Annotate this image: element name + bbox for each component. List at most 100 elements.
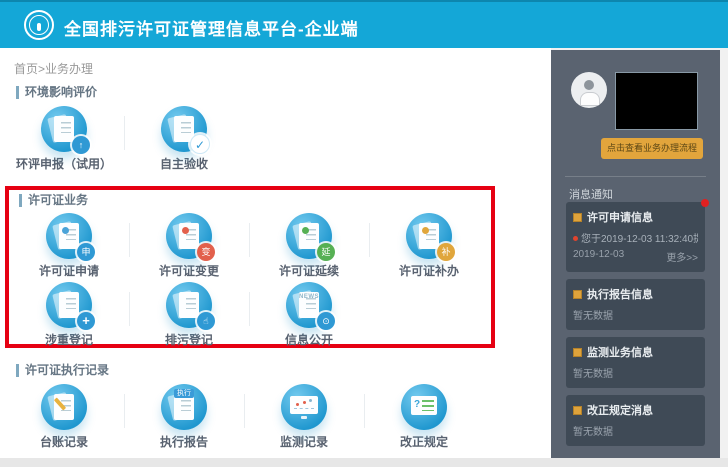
card-empty-text: 暂无数据 bbox=[573, 369, 613, 380]
license-tile-row-2: + 涉重登记 ☝ 排污登记 NEWS ⊙ 信息公开 bbox=[9, 278, 491, 347]
tile-discharge-registration[interactable]: ☝ 排污登记 bbox=[129, 278, 249, 347]
sidebar-divider bbox=[565, 176, 706, 177]
doc-shape bbox=[299, 223, 319, 249]
ledger-record-icon bbox=[41, 384, 87, 430]
license-reissue-icon: 补 bbox=[406, 213, 455, 261]
unread-corner-dot bbox=[701, 199, 709, 207]
tile-monitor-record[interactable]: 监测记录 bbox=[244, 380, 364, 449]
yellow-square-icon bbox=[573, 347, 582, 357]
notice-card-list: 许可申请信息 您于2019-12-03 11:32:40提交的申.. 2019-… bbox=[566, 199, 709, 453]
tile-license-reissue[interactable]: 补 许可证补办 bbox=[369, 209, 489, 278]
doc-shape bbox=[59, 292, 79, 318]
doc-shape bbox=[179, 292, 199, 318]
news-doc-text: NEWS bbox=[299, 294, 319, 300]
change-badge-icon: 变 bbox=[197, 243, 215, 261]
correction-rules-icon: ? bbox=[401, 384, 447, 430]
tile-label: 改正规定 bbox=[399, 435, 448, 449]
monitor-record-icon bbox=[281, 384, 327, 430]
check-badge-icon: ✓ bbox=[190, 134, 210, 154]
tile-correction-rules[interactable]: ? 改正规定 bbox=[364, 380, 484, 449]
tile-label: 台账记录 bbox=[39, 435, 88, 449]
tile-label: 许可证补办 bbox=[398, 264, 459, 278]
section-title-exec-record: 许可证执行记录 bbox=[16, 364, 109, 377]
eia-tile-row: ↑ 环评申报（试用） ✓ 自主验收 bbox=[4, 102, 244, 171]
tile-heavy-metal-registration[interactable]: + 涉重登记 bbox=[9, 278, 129, 347]
card-message: 您于2019-12-03 11:32:40提交的申.. bbox=[573, 230, 698, 245]
exec-tile-row: 台账记录 执行 执行报告 监测记录 ? 改正规定 bbox=[4, 380, 484, 449]
license-tile-row-1: 申 许可证申请 变 许可证变更 延 许可证延续 补 许可证补办 bbox=[9, 209, 491, 278]
app-title: 全国排污许可证管理信息平台-企业端 bbox=[64, 20, 359, 39]
notice-card-exec-report[interactable]: 执行报告信息 暂无数据 bbox=[566, 279, 705, 330]
card-date: 2019-12-03 bbox=[573, 249, 625, 260]
info-disclosure-icon: NEWS ⊙ bbox=[286, 282, 335, 330]
exec-doc-tab-text: 执行 bbox=[174, 389, 194, 398]
chart-sparkline-icon bbox=[294, 400, 314, 409]
heavy-metal-registration-icon: + bbox=[46, 282, 95, 330]
doc-shape bbox=[179, 223, 199, 249]
tile-label: 环评申报（试用） bbox=[15, 157, 112, 171]
tile-label: 许可证申请 bbox=[38, 264, 99, 278]
tile-license-change[interactable]: 变 许可证变更 bbox=[129, 209, 249, 278]
card-message-text: 您于2019-12-03 11:32:40提交的申.. bbox=[581, 234, 698, 245]
redacted-user-info-box bbox=[615, 72, 698, 130]
tile-eia-declare[interactable]: ↑ 环评申报（试用） bbox=[4, 102, 124, 171]
card-footer: 2019-12-03 更多>> bbox=[573, 249, 698, 264]
plus-badge-icon: + bbox=[77, 312, 95, 330]
card-empty-text: 暂无数据 bbox=[573, 427, 613, 438]
tile-license-apply[interactable]: 申 许可证申请 bbox=[9, 209, 129, 278]
news-doc-shape: NEWS bbox=[299, 292, 319, 318]
tile-label: 许可证变更 bbox=[158, 264, 219, 278]
tile-label: 涉重登记 bbox=[44, 333, 93, 347]
renew-badge-icon: 延 bbox=[317, 243, 335, 261]
tile-info-disclosure[interactable]: NEWS ⊙ 信息公开 bbox=[249, 278, 369, 347]
platform-logo-icon bbox=[24, 10, 54, 40]
section-title-license: 许可证业务 bbox=[19, 194, 88, 207]
yellow-square-icon bbox=[573, 405, 582, 415]
breadcrumb-home-link[interactable]: 首页 bbox=[14, 62, 38, 76]
notice-section-title: 消息通知 bbox=[569, 189, 613, 201]
tile-self-acceptance[interactable]: ✓ 自主验收 bbox=[124, 102, 244, 171]
doc-shape: 执行 bbox=[174, 389, 194, 420]
tile-ledger-record[interactable]: 台账记录 bbox=[4, 380, 124, 449]
hand-click-badge-icon: ☝ bbox=[197, 312, 215, 330]
question-mark-text: ? bbox=[414, 399, 421, 410]
logo-core bbox=[37, 23, 41, 31]
notice-card-permit-apply[interactable]: 许可申请信息 您于2019-12-03 11:32:40提交的申.. 2019-… bbox=[566, 199, 709, 272]
doc-shape bbox=[419, 223, 439, 249]
view-process-button[interactable]: 点击查看业务办理流程 bbox=[601, 138, 703, 159]
more-link[interactable]: 更多>> bbox=[666, 249, 698, 264]
license-apply-icon: 申 bbox=[46, 213, 95, 261]
eia-declare-icon: ↑ bbox=[41, 106, 90, 154]
exec-report-icon: 执行 bbox=[161, 384, 207, 430]
section-title-eia: 环境影响评价 bbox=[16, 86, 97, 99]
card-title: 改正规定消息 bbox=[587, 405, 653, 417]
user-avatar bbox=[571, 72, 607, 108]
breadcrumb-current: 业务办理 bbox=[45, 62, 94, 76]
license-change-icon: 变 bbox=[166, 213, 215, 261]
card-title: 执行报告信息 bbox=[587, 289, 653, 301]
doc-shape bbox=[59, 223, 79, 249]
breadcrumb-separator: > bbox=[38, 62, 46, 76]
tile-label: 监测记录 bbox=[279, 435, 328, 449]
notice-card-correction-rules[interactable]: 改正规定消息 暂无数据 bbox=[566, 395, 705, 446]
tile-license-renew[interactable]: 延 许可证延续 bbox=[249, 209, 369, 278]
monitor-screen-shape bbox=[290, 396, 318, 419]
tile-label: 排污登记 bbox=[164, 333, 213, 347]
doc-shape bbox=[54, 116, 74, 142]
discharge-registration-icon: ☝ bbox=[166, 282, 215, 330]
tile-label: 执行报告 bbox=[159, 435, 208, 449]
app-header: 全国排污许可证管理信息平台-企业端 bbox=[0, 0, 728, 48]
tile-label: 自主验收 bbox=[159, 157, 208, 171]
license-business-highlight-box: 许可证业务 申 许可证申请 变 许可证变更 延 许可证延续 补 许可证补办 + … bbox=[5, 186, 495, 348]
unread-dot-icon bbox=[573, 236, 578, 241]
card-title: 监测业务信息 bbox=[587, 347, 653, 359]
card-empty-text: 暂无数据 bbox=[573, 311, 613, 322]
card-title-row: 执行报告信息 bbox=[573, 286, 698, 302]
board-shape: ? bbox=[411, 396, 437, 415]
tile-label: 信息公开 bbox=[284, 333, 333, 347]
breadcrumb: 首页>业务办理 bbox=[14, 60, 93, 77]
doc-with-pencil-shape bbox=[54, 394, 74, 420]
tile-exec-report[interactable]: 执行 执行报告 bbox=[124, 380, 244, 449]
camera-badge-icon: ⊙ bbox=[317, 312, 335, 330]
notice-card-monitor-business[interactable]: 监测业务信息 暂无数据 bbox=[566, 337, 705, 388]
